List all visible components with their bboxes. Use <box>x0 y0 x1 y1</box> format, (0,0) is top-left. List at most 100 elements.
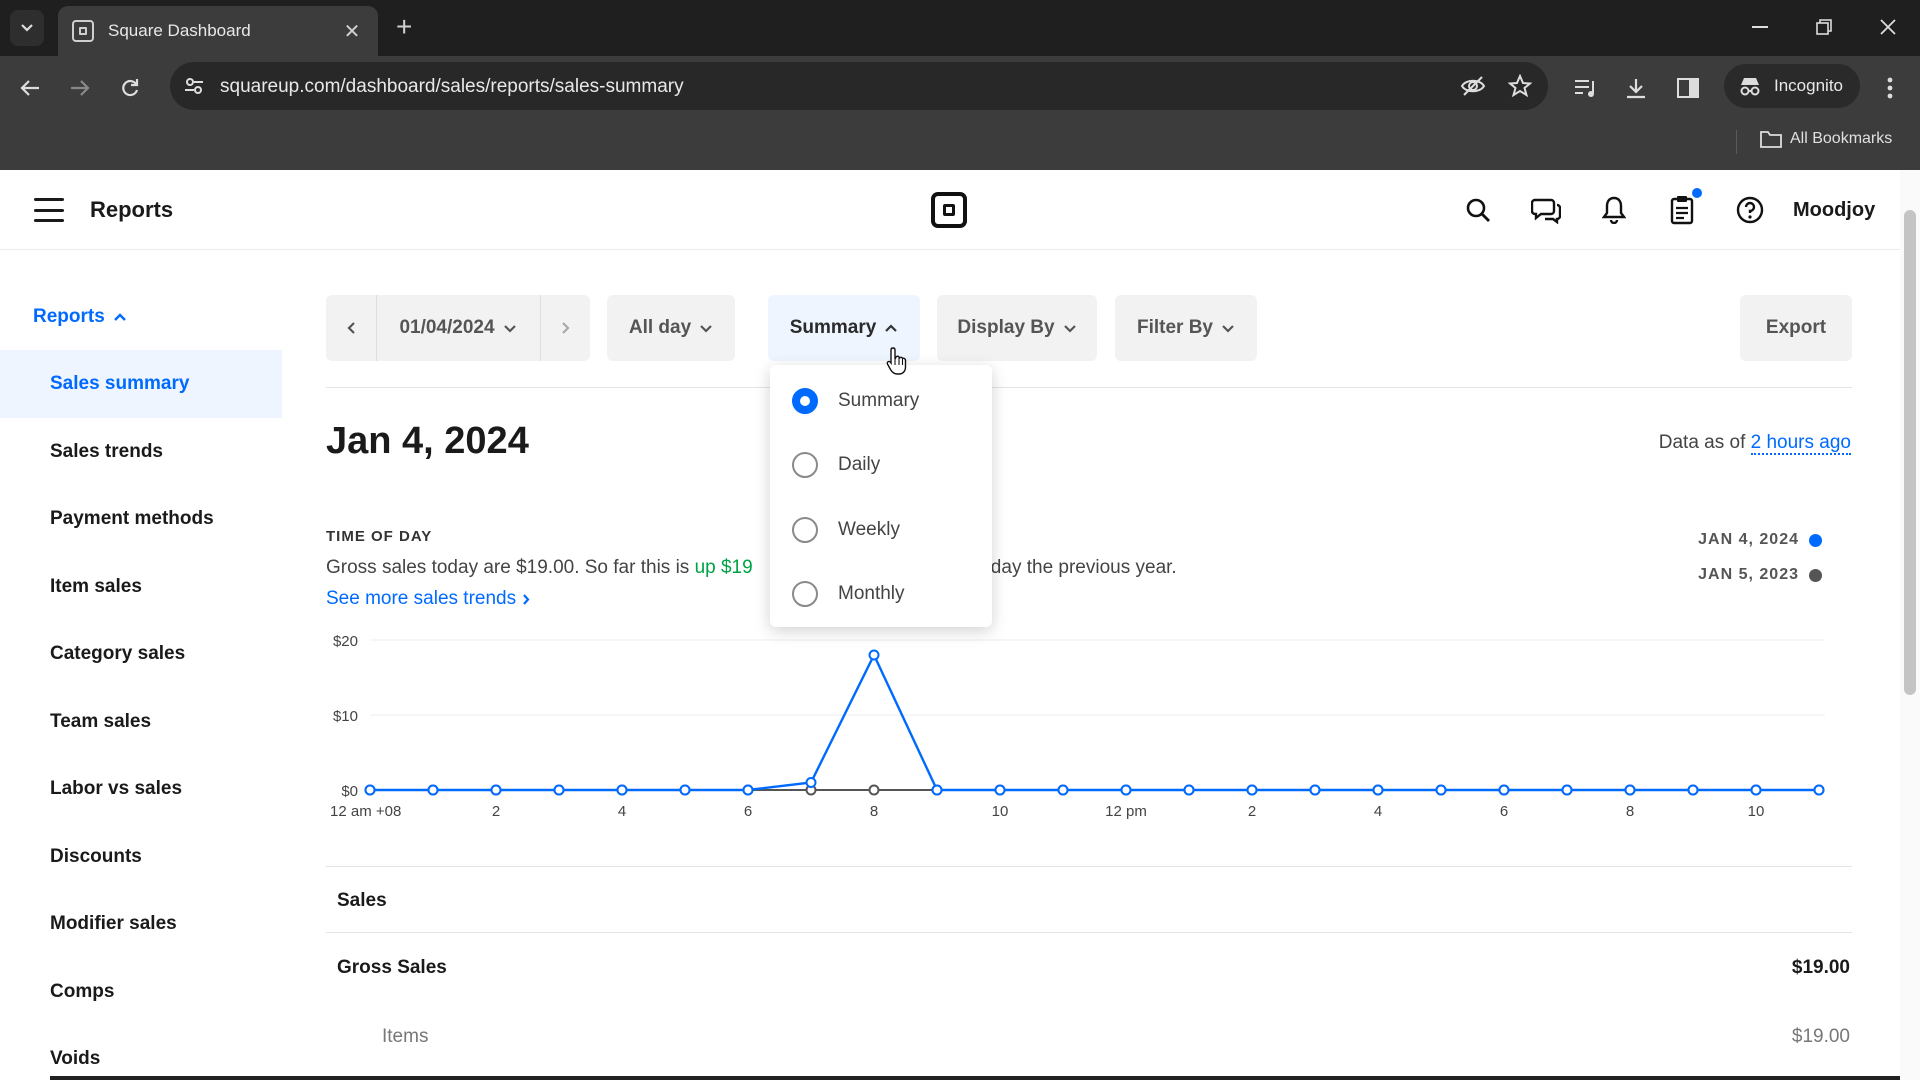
chevron-down-icon <box>700 324 712 333</box>
y-tick-label: $20 <box>333 633 358 650</box>
data-as-of-label: Data as of <box>1658 432 1746 453</box>
bookmarks-bar: All Bookmarks <box>0 120 1920 170</box>
eye-slash-icon[interactable] <box>1460 75 1486 97</box>
legend-label: JAN 4, 2024 <box>1698 531 1799 548</box>
notifications-bell-icon[interactable] <box>1596 192 1632 228</box>
bookmarks-separator <box>1736 130 1737 154</box>
sidebar-item-payment-methods[interactable]: Payment methods <box>0 485 282 553</box>
divider <box>326 932 1852 933</box>
sidebar-item-label: Voids <box>50 1048 101 1069</box>
time-range-select[interactable]: All day <box>607 295 735 361</box>
all-bookmarks-label: All Bookmarks <box>1790 130 1893 147</box>
x-tick-label: 12 am +08 <box>330 803 401 820</box>
x-tick-label: 10 <box>992 803 1009 820</box>
sidebar-item-voids[interactable]: Voids <box>0 1025 282 1080</box>
side-panel-icon[interactable] <box>1672 72 1704 104</box>
square-favicon-icon <box>72 20 94 42</box>
sidebar-item-team-sales[interactable]: Team sales <box>0 688 282 756</box>
chevron-down-icon <box>1063 324 1076 333</box>
address-bar[interactable]: squareup.com/dashboard/sales/reports/sal… <box>170 62 1548 110</box>
data-point <box>1183 784 1195 796</box>
app-title: Reports <box>90 197 174 222</box>
chevron-right-icon <box>523 593 530 605</box>
gross-sales-text-1: Gross sales today are $19.00. So far thi… <box>326 557 690 578</box>
bookmark-star-icon[interactable] <box>1508 74 1532 98</box>
reports-sidebar: Reports Sales summary Sales trends Payme… <box>0 250 282 1080</box>
help-icon[interactable] <box>1732 192 1768 228</box>
view-dropdown-menu: Summary Daily Weekly Monthly <box>770 365 992 627</box>
close-window-icon[interactable] <box>1868 12 1908 42</box>
reload-icon[interactable] <box>114 72 146 104</box>
browser-menu-icon[interactable] <box>1874 72 1906 104</box>
view-value: Summary <box>789 317 877 338</box>
next-date-button[interactable] <box>540 295 590 361</box>
view-option-label: Summary <box>838 390 920 411</box>
data-point <box>679 784 691 796</box>
sidebar-item-category-sales[interactable]: Category sales <box>0 620 282 688</box>
tab-search-button[interactable] <box>10 10 44 46</box>
square-logo-icon[interactable] <box>931 192 967 228</box>
account-name[interactable]: Moodjoy <box>1793 199 1875 222</box>
incognito-label: Incognito <box>1774 76 1843 95</box>
new-tab-icon[interactable]: + <box>396 12 412 42</box>
sidebar-item-label: Item sales <box>50 576 142 597</box>
x-tick-label: 8 <box>870 803 878 820</box>
page-scrollbar[interactable] <box>1900 170 1920 1080</box>
back-icon[interactable] <box>14 72 46 104</box>
x-tick-label: 4 <box>618 803 626 820</box>
incognito-badge[interactable]: Incognito <box>1724 64 1860 108</box>
sidebar-item-sales-trends[interactable]: Sales trends <box>0 418 282 486</box>
previous-date-button[interactable] <box>326 295 376 361</box>
view-option-daily[interactable]: Daily <box>770 433 992 497</box>
chevron-up-icon <box>113 312 126 321</box>
divider <box>326 387 1852 388</box>
sidebar-item-label: Category sales <box>50 643 186 664</box>
view-option-weekly[interactable]: Weekly <box>770 498 992 562</box>
sidebar-item-modifier-sales[interactable]: Modifier sales <box>0 890 282 958</box>
download-icon[interactable] <box>1620 72 1652 104</box>
sidebar-item-item-sales[interactable]: Item sales <box>0 553 282 621</box>
sidebar-item-labor-vs-sales[interactable]: Labor vs sales <box>0 755 282 823</box>
scrollbar-thumb[interactable] <box>1904 210 1916 695</box>
data-as-of-link[interactable]: 2 hours ago <box>1750 432 1851 455</box>
sidebar-section-reports[interactable]: Reports <box>33 306 127 328</box>
sidebar-item-label: Sales summary <box>50 373 190 394</box>
see-more-sales-trends-link[interactable]: See more sales trends <box>326 588 530 610</box>
horizontal-scrollbar[interactable] <box>50 1076 1900 1080</box>
items-label: Items <box>382 1026 429 1047</box>
view-option-monthly[interactable]: Monthly <box>770 562 992 626</box>
x-tick-label: 8 <box>1626 803 1634 820</box>
search-icon[interactable] <box>1460 192 1496 228</box>
data-point <box>364 784 376 796</box>
data-point <box>1813 784 1825 796</box>
time-of-day-heading: TIME OF DAY <box>326 528 433 545</box>
sidebar-item-discounts[interactable]: Discounts <box>0 823 282 891</box>
app-header: Reports Moodjoy <box>0 170 1900 250</box>
site-info-icon[interactable] <box>184 76 204 96</box>
radio-selected-icon <box>792 388 818 414</box>
data-point <box>1120 784 1132 796</box>
messages-icon[interactable] <box>1528 192 1564 228</box>
display-by-select[interactable]: Display By <box>937 295 1097 361</box>
sidebar-item-label: Modifier sales <box>50 913 177 934</box>
data-point <box>553 784 565 796</box>
browser-tab-active[interactable]: Square Dashboard ✕ <box>58 6 378 56</box>
filter-by-select[interactable]: Filter By <box>1115 295 1257 361</box>
restore-icon[interactable] <box>1804 12 1844 42</box>
sidebar-item-label: Comps <box>50 981 115 1002</box>
all-bookmarks-button[interactable]: All Bookmarks <box>1760 130 1892 148</box>
minimize-icon[interactable] <box>1740 12 1780 42</box>
forward-icon[interactable] <box>64 72 96 104</box>
date-select[interactable]: 01/04/2024 <box>376 295 540 361</box>
menu-icon[interactable] <box>34 198 64 222</box>
y-tick-label: $10 <box>333 708 358 725</box>
gross-sales-summary: Gross sales today are $19.00. So far thi… <box>326 557 1177 579</box>
tab-close-icon[interactable]: ✕ <box>340 19 364 44</box>
chevron-down-icon <box>503 324 516 333</box>
media-controls-icon[interactable] <box>1570 72 1602 104</box>
sidebar-item-sales-summary[interactable]: Sales summary <box>0 350 282 418</box>
sidebar-item-comps[interactable]: Comps <box>0 958 282 1026</box>
view-option-summary[interactable]: Summary <box>770 369 992 433</box>
y-tick-label: $0 <box>341 783 358 800</box>
export-button[interactable]: Export <box>1740 295 1852 361</box>
